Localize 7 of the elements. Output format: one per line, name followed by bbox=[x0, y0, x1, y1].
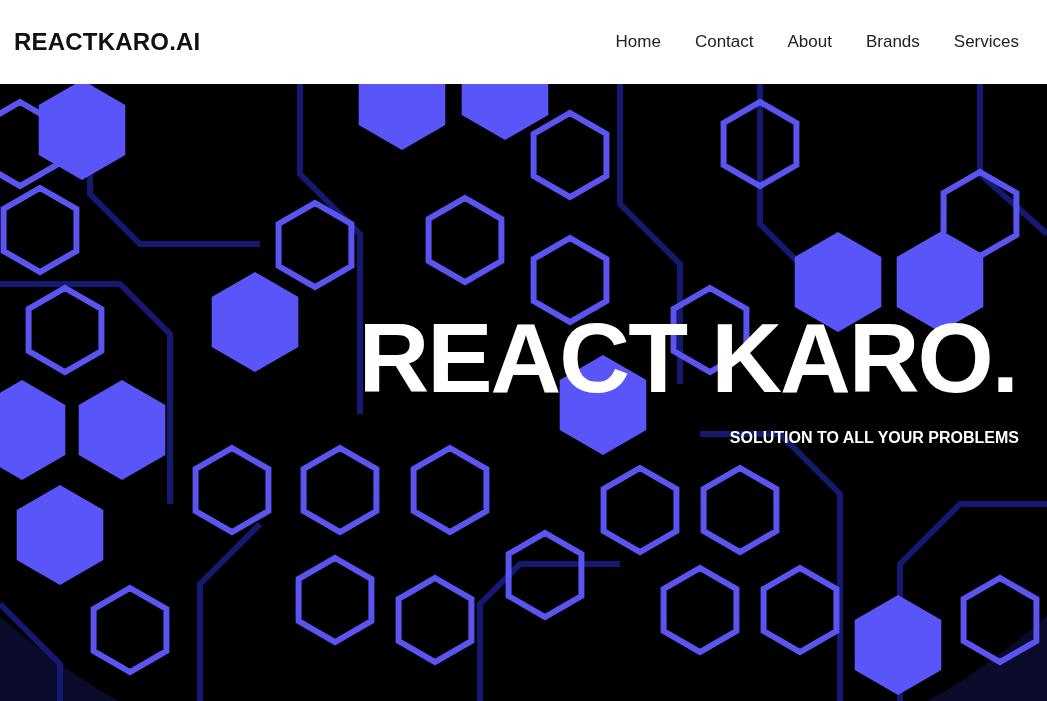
site-logo[interactable]: REACTKARO.AI bbox=[14, 28, 201, 56]
nav-link[interactable]: Contact bbox=[694, 32, 754, 52]
nav-link[interactable]: Brands bbox=[865, 32, 920, 52]
nav-link[interactable]: Services bbox=[953, 32, 1019, 52]
nav-link[interactable]: Home bbox=[615, 32, 661, 52]
nav-link[interactable]: About bbox=[787, 32, 832, 52]
hero-subtitle: SOLUTION TO ALL YOUR PROBLEMS bbox=[729, 429, 1019, 447]
